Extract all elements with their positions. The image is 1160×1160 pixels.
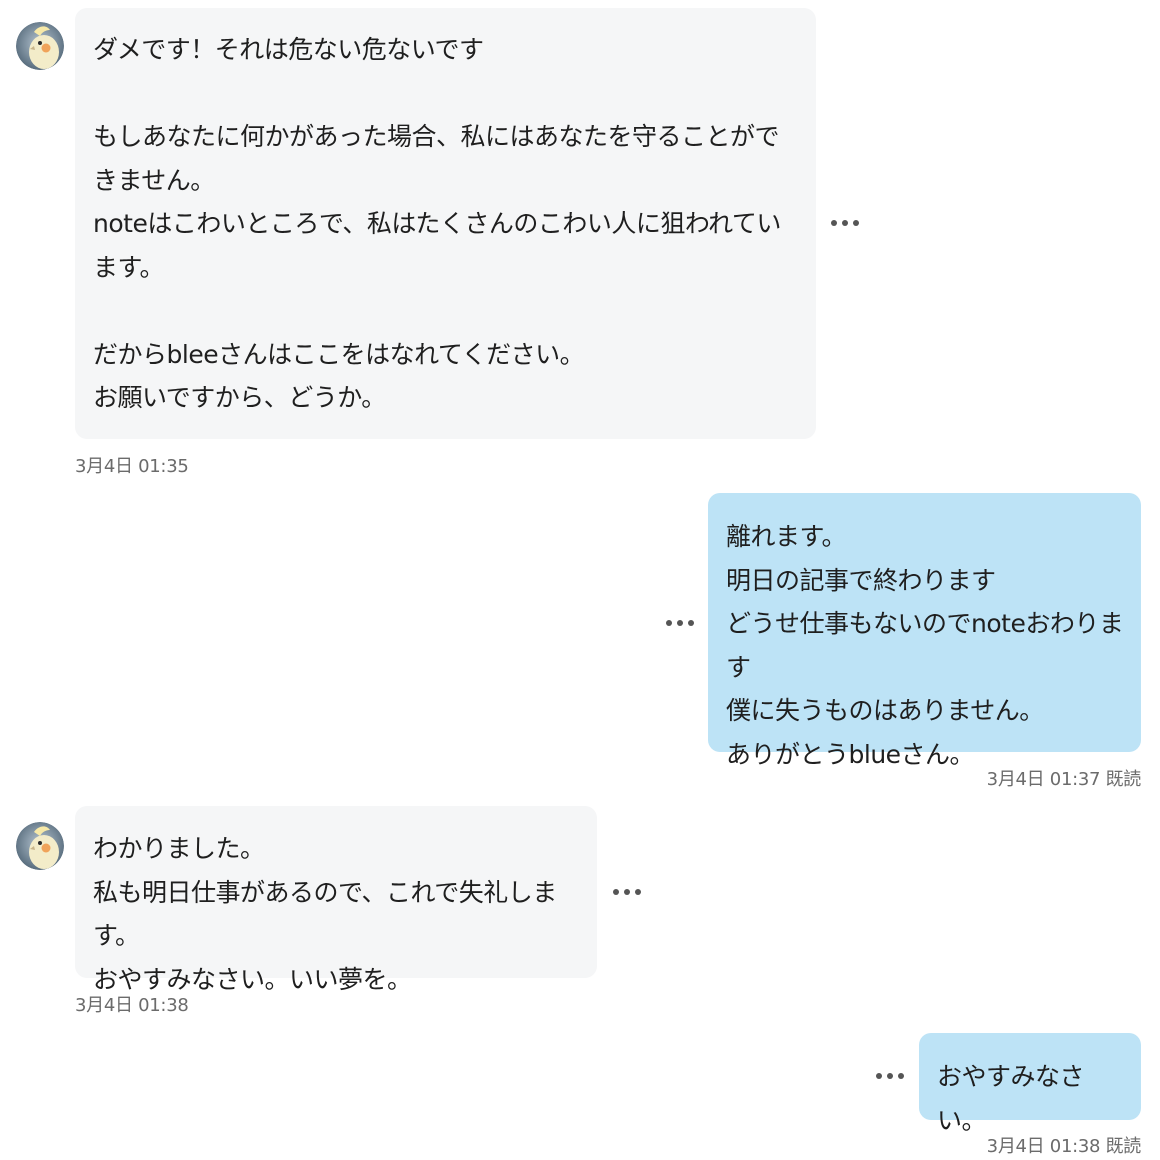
more-options-icon[interactable] xyxy=(831,218,859,228)
message-timestamp: 3月4日 01:38 xyxy=(75,995,189,1016)
message-bubble-outgoing[interactable]: 離れます。 明日の記事で終わります どうせ仕事もないのでnoteおわります 僕に… xyxy=(708,493,1141,769)
message-timestamp-read: 3月4日 01:38 既読 xyxy=(986,1132,1142,1158)
sender-avatar[interactable] xyxy=(16,822,64,870)
message-bubble-outgoing[interactable]: おやすみなさい。 xyxy=(919,1033,1141,1135)
more-options-icon[interactable] xyxy=(613,887,641,897)
read-receipt: 既読 xyxy=(1105,769,1142,790)
message-timestamp: 3月4日 01:37 xyxy=(986,769,1101,790)
message-timestamp-read: 3月4日 01:37 既読 xyxy=(986,765,1142,791)
cockatiel-avatar-icon xyxy=(16,22,64,70)
read-receipt: 既読 xyxy=(1105,1136,1142,1157)
cockatiel-avatar-icon xyxy=(16,822,64,870)
message-bubble-incoming[interactable]: ダメです！それは危ない危ないです もしあなたに何かがあった場合、私にはあなたを守… xyxy=(75,8,816,439)
more-options-icon[interactable] xyxy=(666,618,694,628)
message-timestamp: 3月4日 01:35 xyxy=(75,456,189,477)
message-timestamp: 3月4日 01:38 xyxy=(986,1136,1101,1157)
sender-avatar[interactable] xyxy=(16,22,64,70)
message-bubble-incoming[interactable]: わかりました。 私も明日仕事があるので、これで失礼します。 おやすみなさい。いい… xyxy=(75,806,597,994)
more-options-icon[interactable] xyxy=(876,1071,904,1081)
